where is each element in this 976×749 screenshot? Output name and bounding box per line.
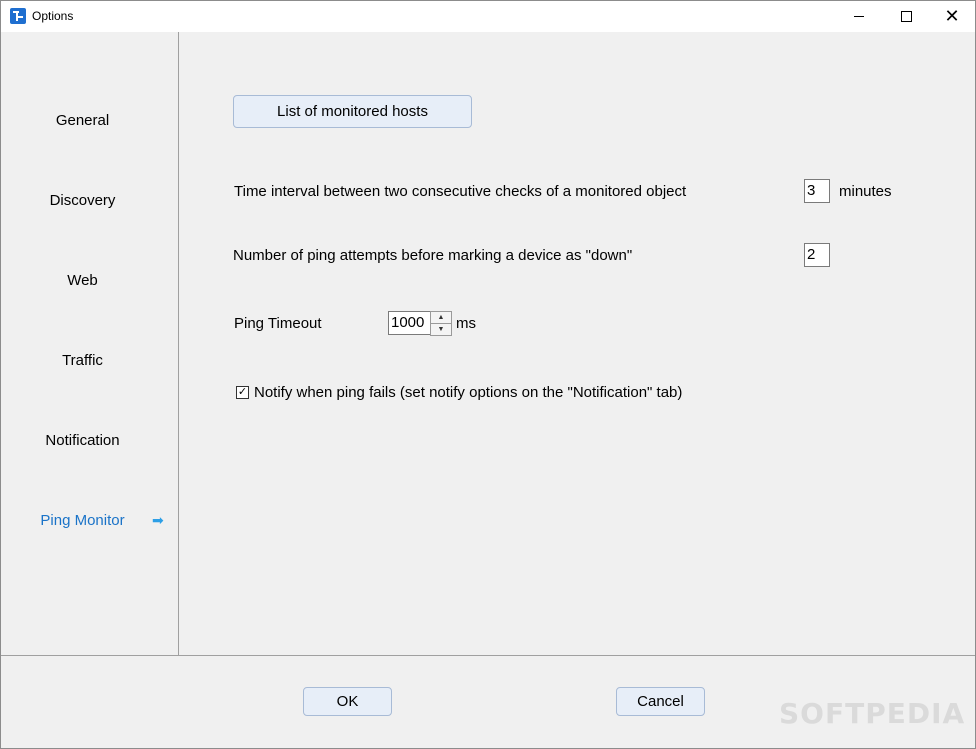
sidebar-item-notification[interactable]: Notification — [1, 432, 164, 449]
arrow-right-icon: ➡ — [152, 512, 164, 528]
ping-timeout-stepper[interactable]: ▲ ▼ — [430, 311, 452, 336]
ok-button[interactable]: OK — [303, 687, 392, 716]
check-icon: ✓ — [237, 386, 248, 398]
notify-checkbox[interactable]: ✓ — [236, 386, 249, 399]
softpedia-watermark: SOFTPEDIA — [779, 697, 966, 730]
close-button[interactable]: ✕ — [929, 1, 975, 32]
interval-unit-label: minutes — [839, 183, 892, 200]
interval-label: Time interval between two consecutive ch… — [234, 183, 687, 200]
interval-input[interactable]: 3 — [804, 179, 830, 203]
spin-down-icon[interactable]: ▼ — [430, 323, 452, 336]
options-window: Options ✕ General Discovery Web Traffic … — [0, 0, 976, 749]
ping-attempts-label: Number of ping attempts before marking a… — [233, 247, 633, 264]
sidebar-item-general[interactable]: General — [1, 112, 164, 129]
minimize-icon — [854, 16, 864, 17]
sidebar-item-ping-monitor[interactable]: Ping Monitor — [1, 512, 164, 529]
ping-attempts-input[interactable]: 2 — [804, 243, 830, 267]
ping-timeout-input[interactable]: 1000 — [388, 311, 432, 335]
close-icon: ✕ — [944, 5, 960, 27]
minimize-button[interactable] — [836, 1, 882, 32]
app-icon — [10, 8, 26, 24]
maximize-button[interactable] — [883, 1, 929, 32]
sidebar-item-web[interactable]: Web — [1, 272, 164, 289]
ping-monitor-panel: List of monitored hosts Time interval be… — [179, 32, 975, 655]
window-title: Options — [32, 9, 74, 23]
cancel-button[interactable]: Cancel — [616, 687, 705, 716]
notify-label: Notify when ping fails (set notify optio… — [254, 384, 683, 401]
title-bar: Options ✕ — [1, 1, 975, 32]
maximize-icon — [900, 11, 912, 22]
ping-timeout-unit-label: ms — [456, 315, 476, 332]
options-sidebar: General Discovery Web Traffic Notificati… — [1, 32, 179, 655]
ping-timeout-label: Ping Timeout — [234, 315, 322, 332]
list-monitored-hosts-button[interactable]: List of monitored hosts — [233, 95, 472, 128]
sidebar-item-traffic[interactable]: Traffic — [1, 352, 164, 369]
sidebar-item-discovery[interactable]: Discovery — [1, 192, 164, 209]
